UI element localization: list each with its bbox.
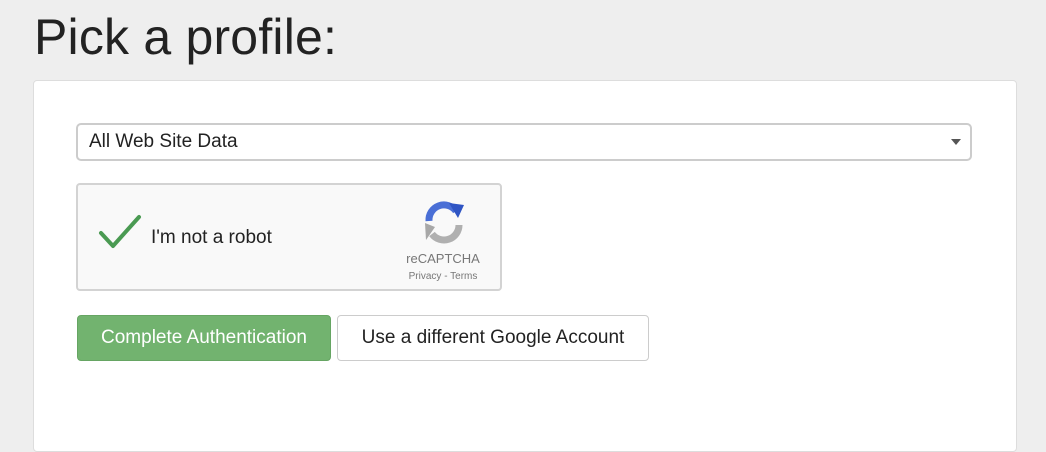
recaptcha-label: I'm not a robot — [151, 227, 272, 248]
checkmark-icon[interactable] — [98, 213, 142, 256]
recaptcha-logo-icon — [420, 199, 468, 250]
recaptcha-brand: reCAPTCHA — [406, 251, 480, 266]
recaptcha-widget: I'm not a robot reCAPTCHA Privacy - Term… — [76, 183, 502, 291]
use-different-account-button[interactable]: Use a different Google Account — [337, 315, 649, 361]
page-title: Pick a profile: — [34, 9, 338, 65]
complete-authentication-button[interactable]: Complete Authentication — [77, 315, 331, 361]
recaptcha-links[interactable]: Privacy - Terms — [388, 271, 498, 282]
profile-card: All Web Site Data I'm not a robot reCAPT… — [33, 80, 1017, 452]
profile-select[interactable]: All Web Site Data — [76, 123, 972, 161]
profile-select-value: All Web Site Data — [89, 131, 238, 152]
dropdown-arrow-icon — [951, 139, 961, 145]
